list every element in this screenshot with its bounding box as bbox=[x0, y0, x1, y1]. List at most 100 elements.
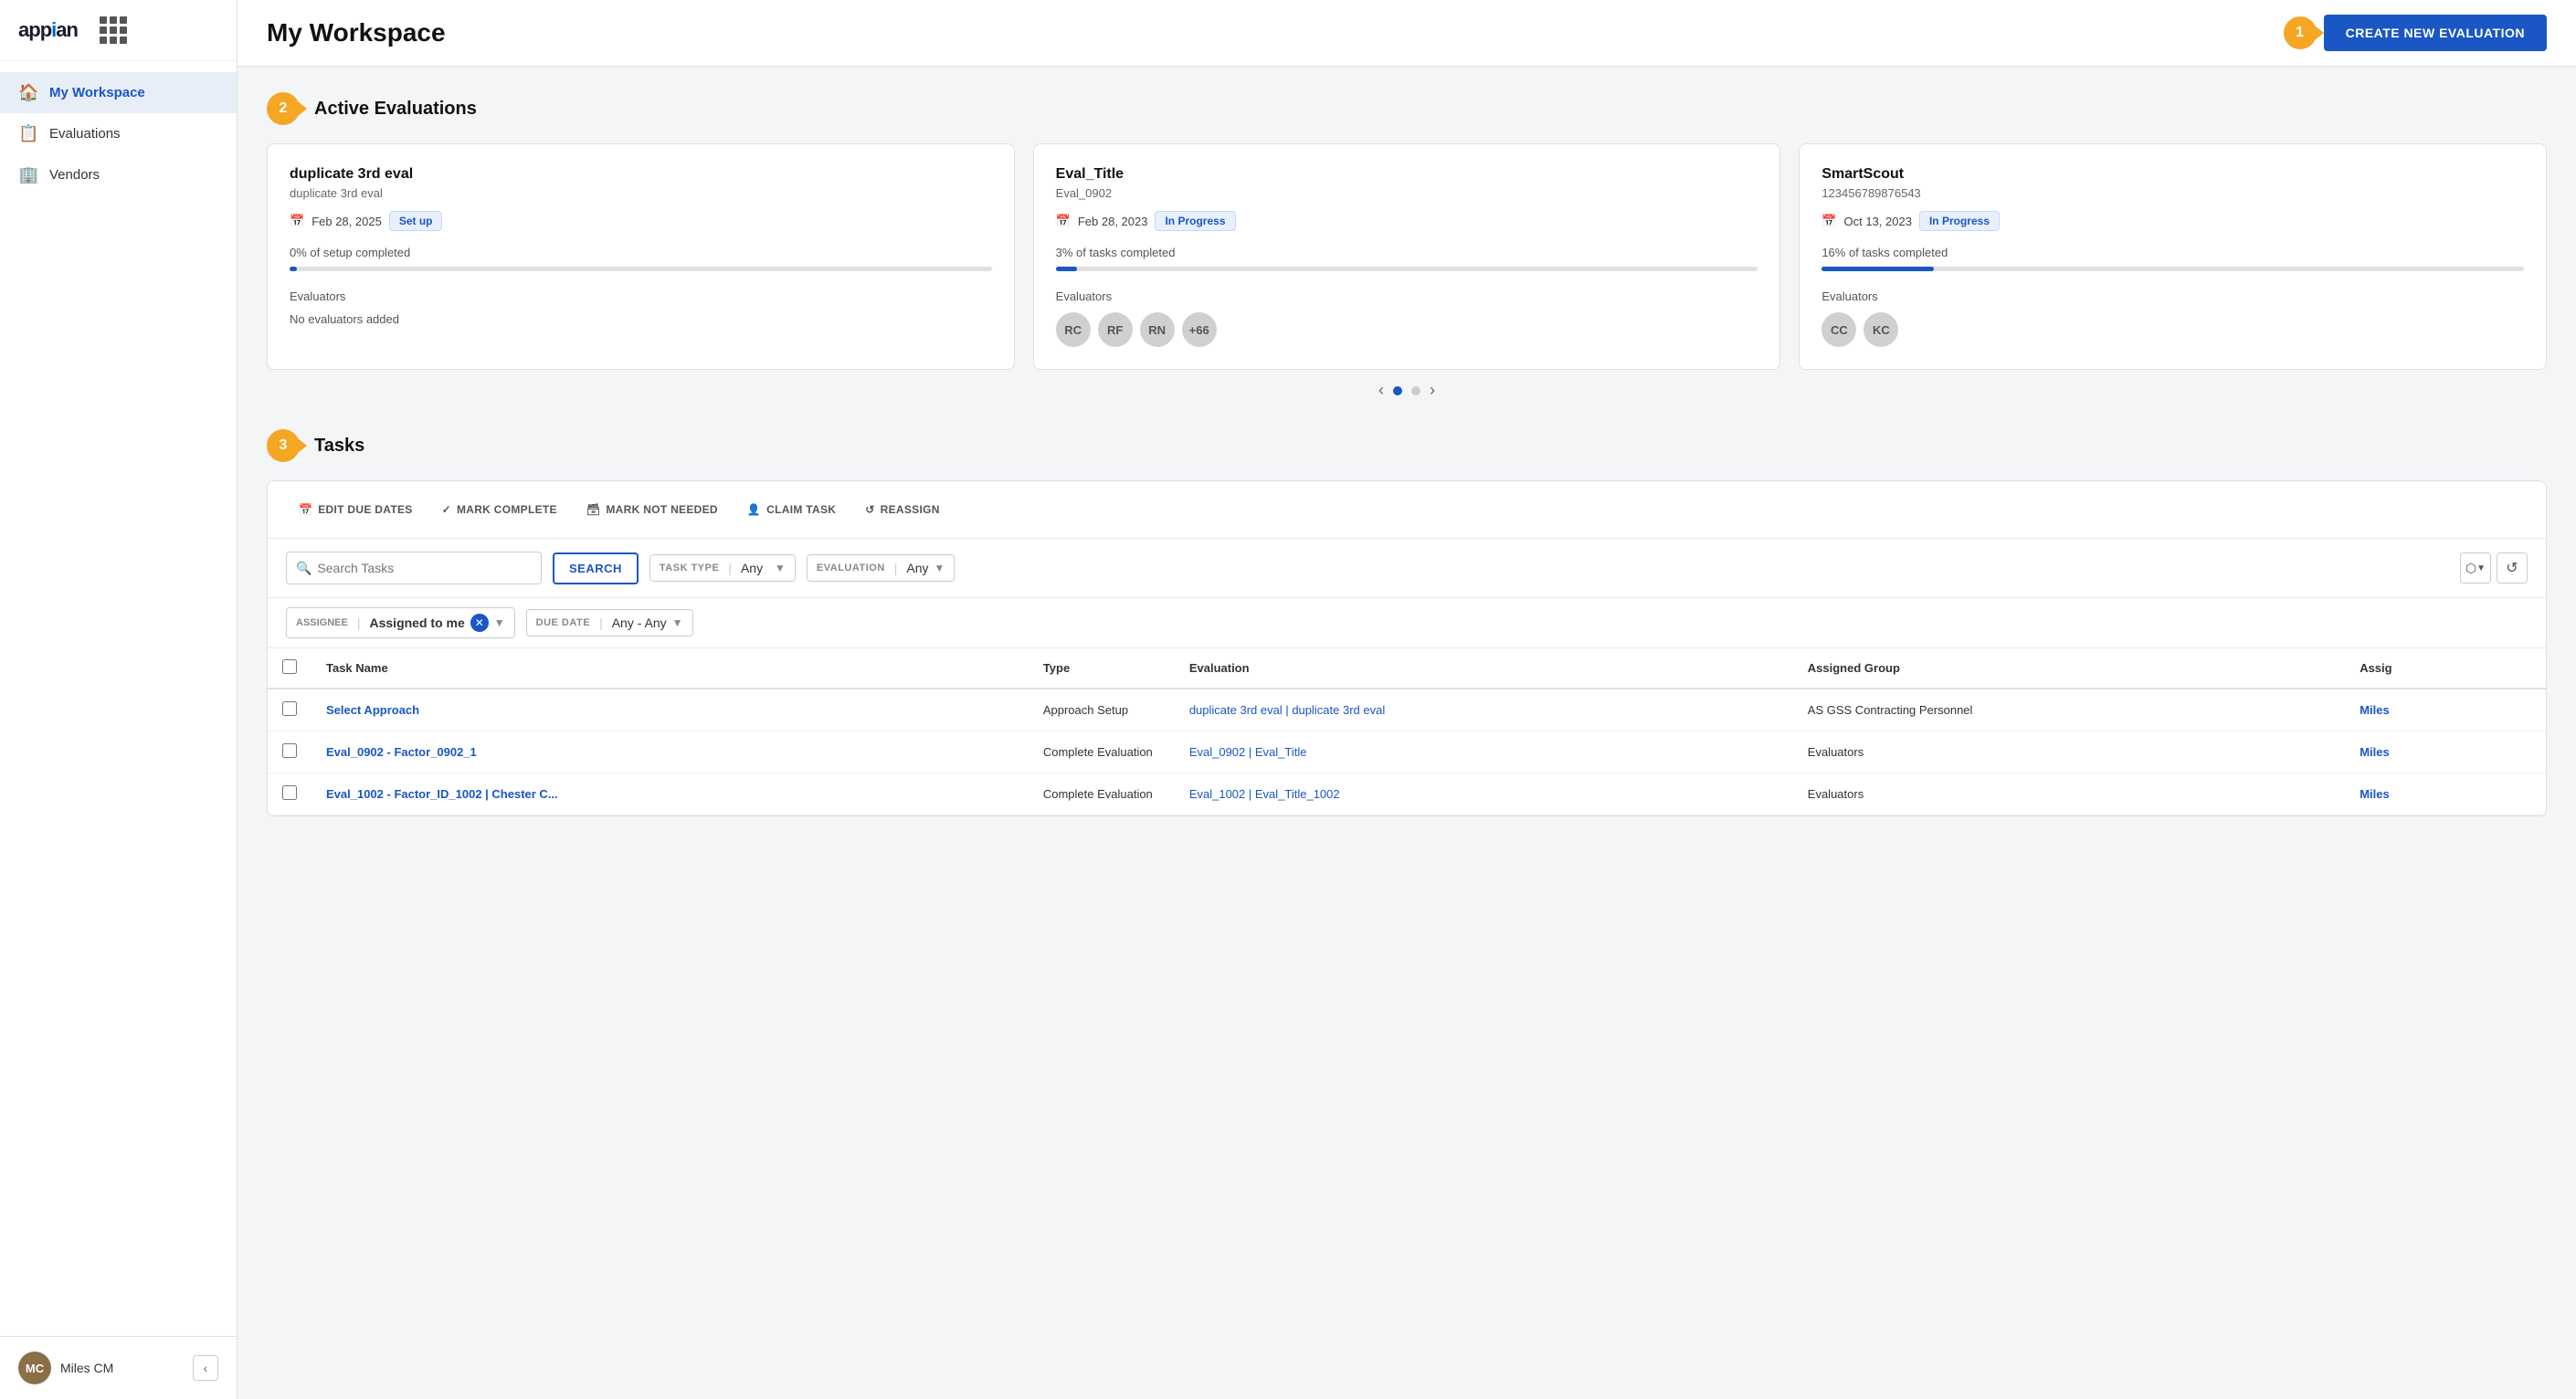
pagination-dot-1[interactable] bbox=[1393, 386, 1402, 395]
assignee-link-0[interactable]: Miles bbox=[2360, 703, 2390, 717]
row-0-checkbox-cell bbox=[268, 689, 311, 731]
row-1-checkbox[interactable] bbox=[282, 743, 297, 758]
eval-card-2[interactable]: SmartScout 123456789876543 📅 Oct 13, 202… bbox=[1799, 143, 2547, 370]
progress-text-0: 0% of setup completed bbox=[290, 246, 992, 259]
col-header-assigned-group: Assigned Group bbox=[1793, 648, 2345, 689]
eval-link-2[interactable]: Eval_1002 | Eval_Title_1002 bbox=[1189, 787, 1340, 801]
claim-task-button[interactable]: 👤 CLAIM TASK bbox=[734, 496, 849, 523]
search-button[interactable]: SEARCH bbox=[553, 552, 639, 584]
table-body: Select Approach Approach Setup duplicate… bbox=[268, 689, 2546, 815]
assignee-filter[interactable]: ASSIGNEE | Assigned to me ✕ ▼ bbox=[286, 607, 515, 638]
filter-icon-buttons: ⬡ ▼ ↺ bbox=[2460, 552, 2528, 584]
claim-task-label: CLAIM TASK bbox=[766, 503, 836, 516]
sidebar-item-my-workspace[interactable]: 🏠 My Workspace bbox=[0, 72, 237, 113]
row-2-checkbox[interactable] bbox=[282, 785, 297, 800]
content-area: 2 Active Evaluations duplicate 3rd eval … bbox=[238, 67, 2576, 842]
filter-button[interactable]: ⬡ ▼ bbox=[2460, 552, 2491, 584]
progress-text-2: 16% of tasks completed bbox=[1821, 246, 2524, 259]
row-1-evaluation: Eval_0902 | Eval_Title bbox=[1175, 731, 1793, 773]
sidebar-item-vendors[interactable]: 🏢 Vendors bbox=[0, 154, 237, 195]
task-link-2[interactable]: Eval_1002 - Factor_ID_1002 | Chester C..… bbox=[326, 787, 558, 801]
tasks-section-header: 3 Tasks bbox=[267, 429, 2547, 462]
table-row: Select Approach Approach Setup duplicate… bbox=[268, 689, 2546, 731]
page-title: My Workspace bbox=[267, 18, 446, 47]
due-date-filter[interactable]: DUE DATE | Any - Any ▼ bbox=[526, 609, 693, 636]
sidebar-footer: MC Miles CM ‹ bbox=[0, 1336, 237, 1399]
assignee-arrow-icon: ▼ bbox=[494, 616, 505, 629]
calendar-icon-0: 📅 bbox=[290, 214, 304, 228]
filter-row-2: ASSIGNEE | Assigned to me ✕ ▼ DUE DATE |… bbox=[268, 598, 2546, 648]
evaluation-filter[interactable]: EVALUATION | Any ▼ bbox=[807, 554, 955, 582]
select-all-checkbox[interactable] bbox=[282, 659, 297, 674]
reassign-label: REASSIGN bbox=[881, 503, 940, 516]
evaluation-filter-arrow-icon: ▼ bbox=[934, 562, 945, 574]
home-icon: 🏠 bbox=[18, 83, 38, 102]
status-badge-1: In Progress bbox=[1155, 211, 1235, 231]
row-0-type: Approach Setup bbox=[1029, 689, 1175, 731]
eval-link-1[interactable]: Eval_0902 | Eval_Title bbox=[1189, 745, 1307, 759]
sidebar-collapse-button[interactable]: ‹ bbox=[193, 1355, 218, 1381]
edit-due-dates-button[interactable]: 📅 EDIT DUE DATES bbox=[286, 496, 426, 523]
building-icon: 🏢 bbox=[18, 165, 38, 184]
grid-icon[interactable] bbox=[100, 16, 127, 44]
task-link-0[interactable]: Select Approach bbox=[326, 703, 419, 717]
row-1-assigned-group: Evaluators bbox=[1793, 731, 2345, 773]
create-new-evaluation-button[interactable]: CREATE NEW EVALUATION bbox=[2324, 15, 2547, 51]
pagination-prev[interactable]: ‹ bbox=[1378, 381, 1384, 400]
progress-bar-fill-2 bbox=[1821, 267, 1934, 271]
tasks-table: Task Name Type Evaluation Assigned Group bbox=[268, 648, 2546, 815]
task-link-1[interactable]: Eval_0902 - Factor_0902_1 bbox=[326, 745, 477, 759]
assignee-link-1[interactable]: Miles bbox=[2360, 745, 2390, 759]
person-icon: 👤 bbox=[747, 503, 761, 516]
assignee-label: ASSIGNEE bbox=[296, 617, 348, 628]
step-badge-1: 1 bbox=[2284, 16, 2317, 49]
task-type-filter[interactable]: TASK TYPE | Any ▼ bbox=[649, 554, 796, 582]
mark-not-needed-button[interactable]: 🗃 MARK NOT NEEDED bbox=[574, 496, 731, 523]
row-2-assignee: Miles bbox=[2345, 773, 2546, 815]
card-date-row-0: 📅 Feb 28, 2025 Set up bbox=[290, 211, 992, 231]
card-subtitle-0: duplicate 3rd eval bbox=[290, 186, 992, 200]
avatar-CC: CC bbox=[1821, 312, 1856, 347]
evaluation-filter-label: EVALUATION bbox=[817, 563, 885, 573]
assignee-link-2[interactable]: Miles bbox=[2360, 787, 2390, 801]
mark-complete-button[interactable]: ✓ MARK COMPLETE bbox=[429, 496, 570, 523]
user-avatar: MC bbox=[18, 1352, 51, 1384]
top-header: My Workspace 1 CREATE NEW EVALUATION bbox=[238, 0, 2576, 67]
progress-bar-fill-0 bbox=[290, 267, 297, 271]
funnel-icon: ⬡ bbox=[2465, 561, 2476, 576]
due-date-arrow-icon: ▼ bbox=[672, 616, 683, 629]
search-icon: 🔍 bbox=[296, 561, 311, 576]
calendar-toolbar-icon: 📅 bbox=[299, 503, 312, 516]
row-2-assigned-group: Evaluators bbox=[1793, 773, 2345, 815]
assignee-clear-button[interactable]: ✕ bbox=[470, 614, 489, 632]
main-content: My Workspace 1 CREATE NEW EVALUATION 2 A… bbox=[238, 0, 2576, 1399]
refresh-button[interactable]: ↺ bbox=[2497, 552, 2528, 584]
task-type-value: Any bbox=[741, 561, 769, 575]
row-0-checkbox[interactable] bbox=[282, 701, 297, 716]
active-evaluations-title: Active Evaluations bbox=[314, 99, 477, 120]
reassign-button[interactable]: ↺ REASSIGN bbox=[852, 496, 952, 523]
row-1-checkbox-cell bbox=[268, 731, 311, 773]
eval-link-0[interactable]: duplicate 3rd eval | duplicate 3rd eval bbox=[1189, 703, 1385, 717]
search-row: 🔍 SEARCH TASK TYPE | Any ▼ EVALUATION | … bbox=[268, 539, 2546, 598]
card-date-row-1: 📅 Feb 28, 2023 In Progress bbox=[1056, 211, 1758, 231]
eval-card-1[interactable]: Eval_Title Eval_0902 📅 Feb 28, 2023 In P… bbox=[1033, 143, 1781, 370]
search-input[interactable] bbox=[317, 552, 532, 584]
sidebar-item-evaluations[interactable]: 📋 Evaluations bbox=[0, 113, 237, 154]
mark-not-needed-label: MARK NOT NEEDED bbox=[606, 503, 718, 516]
card-date-0: Feb 28, 2025 bbox=[311, 215, 382, 228]
no-evaluators-0: No evaluators added bbox=[290, 312, 992, 326]
mark-complete-label: MARK COMPLETE bbox=[457, 503, 557, 516]
avatar-KC: KC bbox=[1863, 312, 1898, 347]
user-name: Miles CM bbox=[60, 1361, 113, 1375]
row-0-assignee: Miles bbox=[2345, 689, 2546, 731]
card-title-1: Eval_Title bbox=[1056, 166, 1758, 183]
pagination-dot-2[interactable] bbox=[1411, 386, 1420, 395]
table-head: Task Name Type Evaluation Assigned Group bbox=[268, 648, 2546, 689]
task-type-arrow-icon: ▼ bbox=[775, 562, 786, 574]
eval-card-0[interactable]: duplicate 3rd eval duplicate 3rd eval 📅 … bbox=[267, 143, 1015, 370]
pagination-next[interactable]: › bbox=[1430, 381, 1435, 400]
card-title-2: SmartScout bbox=[1821, 166, 2524, 183]
evaluators-label-0: Evaluators bbox=[290, 289, 992, 303]
calendar-icon-1: 📅 bbox=[1056, 214, 1071, 228]
